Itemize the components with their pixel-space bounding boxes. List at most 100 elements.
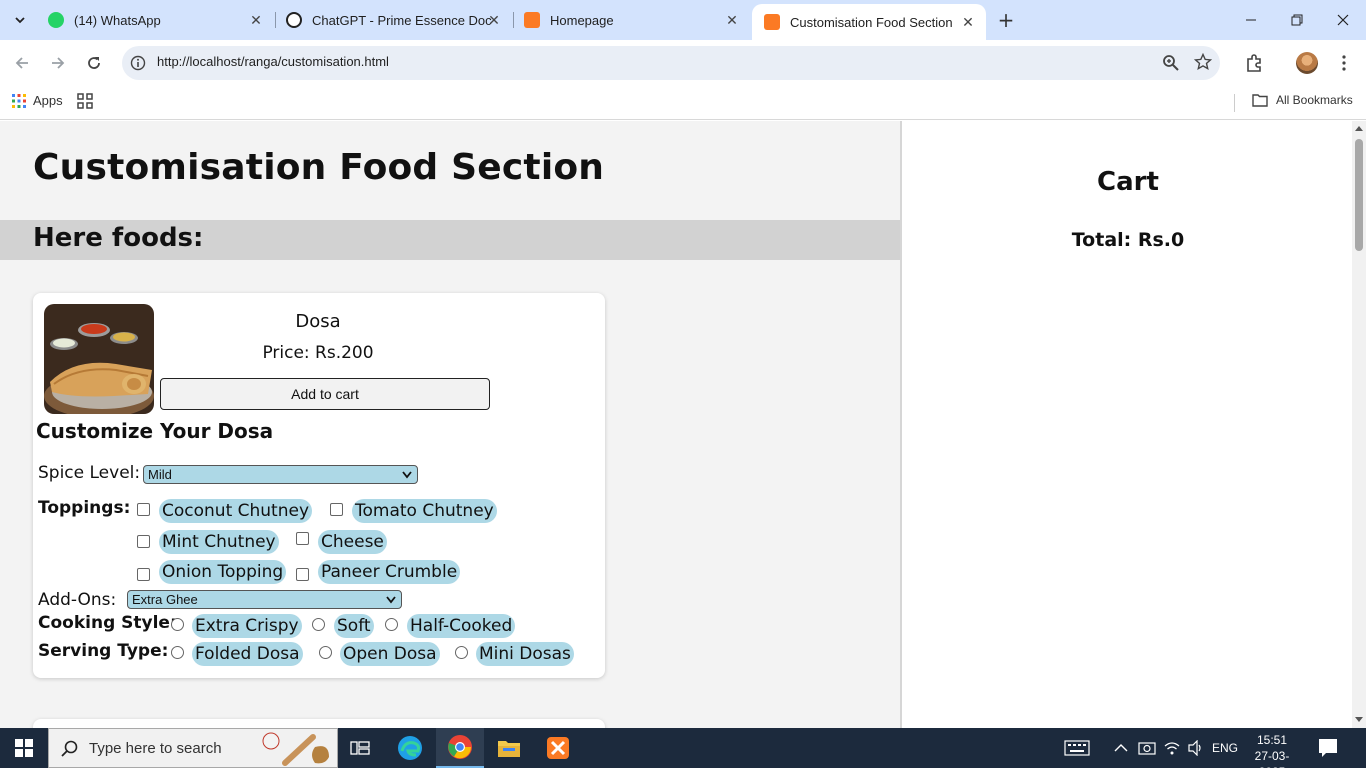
tab-chatgpt[interactable]: ChatGPT - Prime Essence Doc ✕ <box>274 0 512 40</box>
topping-label-coconut-chutney[interactable]: Coconut Chutney <box>159 499 313 523</box>
windows-logo-icon <box>15 739 33 757</box>
tray-wifi[interactable] <box>1163 728 1181 768</box>
taskbar-clock[interactable]: 15:51 27-03-2025 <box>1244 732 1300 780</box>
cooking-radio-soft[interactable] <box>312 618 325 631</box>
topping-checkbox-tomato-chutney[interactable] <box>330 503 343 516</box>
topping-checkbox-mint-chutney[interactable] <box>137 535 150 548</box>
tab-customisation[interactable]: Customisation Food Section ✕ <box>752 4 986 40</box>
close-icon <box>1337 14 1349 26</box>
menu-button[interactable] <box>1333 52 1355 74</box>
serving-radio-mini-dosas[interactable] <box>455 646 468 659</box>
topping-label-onion-topping[interactable]: Onion Topping <box>159 560 287 584</box>
chevron-down-icon <box>386 596 396 604</box>
taskbar-xampp[interactable] <box>534 728 582 768</box>
section-heading: Here foods: <box>33 223 204 253</box>
all-bookmarks-button[interactable]: All Bookmarks <box>1252 93 1353 107</box>
bookmarks-separator <box>1234 94 1235 112</box>
serving-label-open-dosa[interactable]: Open Dosa <box>340 642 440 666</box>
close-icon[interactable]: ✕ <box>960 14 976 30</box>
toppings-label: Toppings: <box>38 498 131 518</box>
apps-label: Apps <box>33 93 63 108</box>
tab-title: Customisation Food Section <box>790 14 953 30</box>
close-icon[interactable]: ✕ <box>724 12 740 28</box>
back-button[interactable] <box>10 51 34 75</box>
cooking-style-label: Cooking Style: <box>38 613 177 633</box>
task-view-button[interactable] <box>336 728 384 768</box>
tray-keyboard[interactable] <box>1064 728 1090 768</box>
taskbar-file-explorer[interactable] <box>485 728 533 768</box>
topping-checkbox-onion-topping[interactable] <box>137 568 150 581</box>
url-text[interactable]: http://localhost/ranga/customisation.htm… <box>157 54 389 69</box>
topping-checkbox-cheese[interactable] <box>296 532 309 545</box>
tab-homepage[interactable]: Homepage ✕ <box>512 0 750 40</box>
close-icon[interactable]: ✕ <box>248 12 264 28</box>
scroll-down-icon[interactable] <box>1355 715 1363 723</box>
addons-select[interactable]: Extra Ghee <box>127 590 402 609</box>
cart-title: Cart <box>1097 167 1159 197</box>
site-info-icon[interactable] <box>130 55 146 71</box>
dosa-picture <box>44 304 154 414</box>
tray-meet[interactable] <box>1138 728 1156 768</box>
close-window-button[interactable] <box>1320 0 1366 40</box>
taskbar-chrome[interactable] <box>436 728 484 768</box>
puzzle-icon <box>1247 54 1261 72</box>
spice-level-label: Spice Level: <box>38 463 141 483</box>
cooking-label-extra-crispy[interactable]: Extra Crispy <box>192 614 302 638</box>
volume-icon <box>1188 740 1201 756</box>
serving-radio-open-dosa[interactable] <box>319 646 332 659</box>
arrow-left-icon <box>15 57 28 69</box>
forward-button[interactable] <box>46 51 70 75</box>
extensions-button[interactable] <box>1243 52 1265 74</box>
scroll-up-icon[interactable] <box>1355 125 1363 133</box>
tab-search-button[interactable] <box>8 9 32 31</box>
food-card-dosa: Dosa Price: Rs.200 Add to cart Customize… <box>33 293 605 678</box>
apps-shortcut[interactable]: Apps <box>12 93 63 108</box>
chevron-down-icon <box>15 17 25 24</box>
bookmark-star-icon[interactable] <box>1194 53 1212 71</box>
start-button[interactable] <box>0 728 48 768</box>
cooking-radio-half-cooked[interactable] <box>385 618 398 631</box>
topping-label-mint-chutney[interactable]: Mint Chutney <box>159 530 279 554</box>
xampp-icon <box>764 14 780 30</box>
notification-button[interactable] <box>1318 738 1338 762</box>
page-scrollbar[interactable] <box>1352 121 1366 728</box>
serving-label-mini-dosas[interactable]: Mini Dosas <box>476 642 574 666</box>
topping-checkbox-coconut-chutney[interactable] <box>137 503 150 516</box>
tray-overflow[interactable] <box>1114 728 1128 768</box>
cooking-label-soft[interactable]: Soft <box>334 614 374 638</box>
serving-type-label: Serving Type: <box>38 641 169 661</box>
reload-button[interactable] <box>82 51 106 75</box>
chevron-down-icon <box>402 471 412 479</box>
topping-checkbox-paneer-crumble[interactable] <box>296 568 309 581</box>
restore-button[interactable] <box>1274 0 1320 40</box>
add-to-cart-button[interactable]: Add to cart <box>160 378 490 410</box>
tray-volume[interactable] <box>1187 728 1205 768</box>
cooking-label-half-cooked[interactable]: Half-Cooked <box>407 614 516 638</box>
topping-label-cheese[interactable]: Cheese <box>318 530 387 554</box>
serving-label-folded-dosa[interactable]: Folded Dosa <box>192 642 303 666</box>
address-bar[interactable]: http://localhost/ranga/customisation.htm… <box>122 46 1220 80</box>
tab-bar: (14) WhatsApp ✕ ChatGPT - Prime Essence … <box>0 0 1366 40</box>
profile-button[interactable] <box>1296 52 1318 74</box>
taskbar-search[interactable]: Type here to search <box>48 728 338 768</box>
spice-level-select[interactable]: Mild <box>143 465 418 484</box>
task-view-icon <box>350 741 370 755</box>
zoom-icon[interactable] <box>1162 54 1180 72</box>
taskbar-edge[interactable] <box>386 728 434 768</box>
topping-label-paneer-crumble[interactable]: Paneer Crumble <box>318 560 461 584</box>
tab-whatsapp[interactable]: (14) WhatsApp ✕ <box>36 0 274 40</box>
search-highlight-icon <box>262 732 329 766</box>
close-icon[interactable]: ✕ <box>486 12 502 28</box>
scrollbar-thumb[interactable] <box>1355 139 1363 251</box>
main-section: Customisation Food Section Here foods: D… <box>0 121 900 728</box>
restore-icon <box>1291 14 1303 26</box>
minimize-button[interactable] <box>1228 0 1274 40</box>
topping-label-tomato-chutney[interactable]: Tomato Chutney <box>352 499 497 523</box>
new-tab-button[interactable]: + <box>994 9 1018 31</box>
chatgpt-icon <box>286 12 302 28</box>
tab-groups-button[interactable] <box>77 93 93 113</box>
avatar <box>1296 52 1318 74</box>
serving-radio-folded-dosa[interactable] <box>171 646 184 659</box>
cooking-radio-extra-crispy[interactable] <box>171 618 184 631</box>
tray-language[interactable]: ENG <box>1212 728 1238 768</box>
